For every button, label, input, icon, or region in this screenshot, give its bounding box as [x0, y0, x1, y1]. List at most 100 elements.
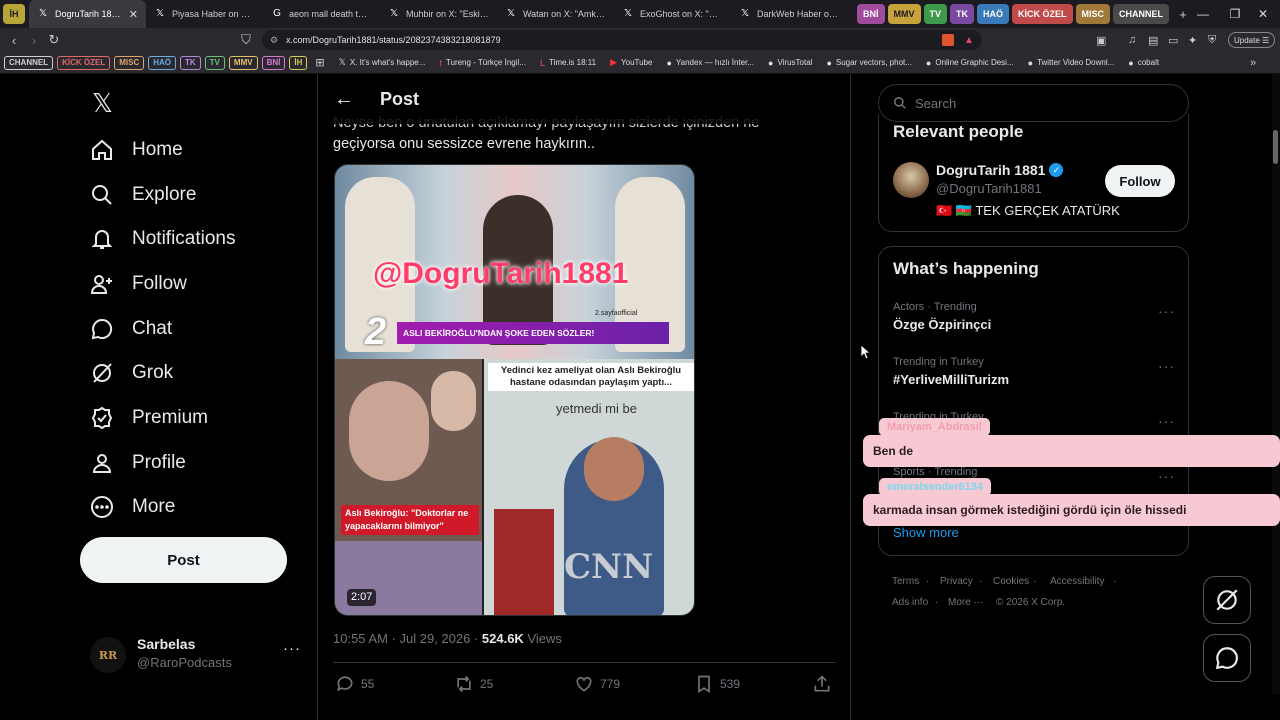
person-name-row[interactable]: DogruTarih 1881 ✓	[936, 162, 1064, 178]
more-icon[interactable]: ···	[1158, 468, 1175, 484]
forward-icon[interactable]: ›	[24, 33, 44, 48]
reply-button[interactable]: 55	[335, 674, 374, 694]
bookmark-link[interactable]: 𝕏 X. It's what's happe...	[339, 57, 426, 68]
browser-tab[interactable]: 𝕏 Watan on X: "Amk bu ü...	[497, 0, 614, 28]
back-arrow-icon[interactable]: ←	[334, 88, 354, 111]
nav-grok[interactable]: Grok	[90, 353, 173, 393]
wallet-icon[interactable]: ▭	[1168, 34, 1178, 47]
post-timestamp[interactable]: 10:55 AM · Jul 29, 2026	[333, 631, 470, 646]
pinned-group-ih[interactable]: İH	[3, 4, 25, 24]
browser-tab[interactable]: 𝕏 Muhbir on X: "Eski g...	[380, 0, 497, 28]
bookmark-link[interactable]: t Tureng - Türkçe İngil...	[439, 58, 526, 68]
avatar[interactable]	[893, 162, 929, 198]
bookmark-folder-channel[interactable]: CHANNEL	[4, 55, 54, 70]
post-media[interactable]: @DogruTarih1881 2.sayfaofficial 2 ASLI B…	[334, 164, 695, 616]
site-info-icon[interactable]: ⚙	[270, 35, 278, 46]
brave-shield-icon[interactable]	[942, 34, 954, 46]
bookmark-folder-kick-ozel[interactable]: KİCK ÖZEL	[57, 55, 111, 70]
nav-chat[interactable]: Chat	[90, 309, 172, 349]
back-icon[interactable]: ‹	[4, 33, 24, 48]
bookmark-link[interactable]: ● Sugar vectors, phot...	[826, 58, 911, 68]
search-input[interactable]: Search	[878, 84, 1189, 122]
bookmark-button[interactable]: 539	[694, 674, 740, 694]
apps-grid-icon[interactable]: ⊞	[315, 56, 324, 69]
extensions-icon[interactable]: ▣	[1096, 34, 1106, 47]
bookmark-folder-hao[interactable]: HAÖ	[148, 55, 176, 70]
nav-premium[interactable]: Premium	[90, 398, 208, 438]
separator: ·	[473, 631, 482, 646]
bookmark-folder-mmv[interactable]: MMV	[228, 55, 258, 70]
reload-icon[interactable]: ↻	[44, 32, 64, 48]
messages-fab[interactable]	[1203, 634, 1251, 682]
tab-group-kick-ozel[interactable]: KİCK ÖZEL	[1012, 4, 1073, 24]
footer-more[interactable]: More ···	[948, 597, 984, 608]
bookmark-link[interactable]: ● cobalt	[1128, 58, 1159, 68]
footer-cookies[interactable]: Cookies	[993, 576, 1029, 587]
browser-tab[interactable]: 𝕏 Piyasa Haber on X: "Jap...	[146, 0, 263, 28]
vpn-icon[interactable]: ⛨	[1208, 34, 1216, 47]
repost-button[interactable]: 25	[454, 674, 493, 694]
minimize-icon[interactable]: —	[1186, 0, 1220, 28]
browser-tab[interactable]: 𝕏 ExoGhost on X: "The m...	[614, 0, 731, 28]
tab-group-tv[interactable]: TV	[923, 4, 948, 24]
tab-group-tk[interactable]: TK	[950, 4, 975, 24]
bookmark-link[interactable]: ● Online Graphic Desi...	[926, 58, 1014, 68]
close-tab-icon[interactable]: ✕	[129, 8, 138, 21]
bookmark-link[interactable]: L Time.is 18:11	[540, 58, 596, 68]
nav-profile[interactable]: Profile	[90, 443, 186, 483]
nav-home[interactable]: Home	[90, 130, 183, 170]
trend-item[interactable]: Actors · Trending Özge Özpirinçci ···	[893, 301, 1183, 332]
close-window-icon[interactable]: ✕	[1246, 0, 1280, 28]
bookmark-folder-tv[interactable]: TV	[204, 55, 225, 70]
bookmark-folder-bni[interactable]: BNİ	[261, 55, 286, 70]
bookmark-page-icon[interactable]: ⛉	[236, 32, 256, 48]
bookmark-folder-tk[interactable]: TK	[180, 55, 201, 70]
update-button[interactable]: Update ☰	[1228, 32, 1276, 48]
footer-ads-info[interactable]: Ads info	[892, 597, 928, 608]
tab-group-mmv[interactable]: MMV	[887, 4, 921, 24]
tab-group-channel[interactable]: CHANNEL	[1113, 4, 1170, 24]
more-icon[interactable]: ···	[1158, 413, 1175, 429]
browser-tab[interactable]: Gaeon mall death toll - G	[263, 0, 380, 28]
more-icon[interactable]: ···	[1158, 303, 1175, 319]
like-button[interactable]: 779	[574, 674, 620, 694]
more-icon[interactable]: ···	[283, 640, 301, 657]
nav-notifications[interactable]: Notifications	[90, 219, 236, 259]
account-switcher[interactable]: RR Sarbelas @RaroPodcasts ···	[90, 630, 305, 680]
tab-group-misc[interactable]: MISC	[1075, 4, 1111, 24]
follow-button[interactable]: Follow	[1105, 165, 1175, 197]
bookmark-folder-misc[interactable]: MISC	[114, 55, 145, 70]
bookmark-link[interactable]: ▶ YouTube	[610, 57, 652, 68]
bookmark-folder-ih[interactable]: İH	[289, 55, 308, 70]
leo-icon[interactable]: ✦	[1188, 34, 1197, 47]
scrollbar-thumb[interactable]	[1273, 130, 1278, 164]
footer-terms[interactable]: Terms	[892, 576, 919, 587]
nav-explore[interactable]: Explore	[90, 175, 196, 215]
nav-more[interactable]: More	[90, 487, 175, 527]
grok-fab[interactable]	[1203, 576, 1251, 624]
more-icon[interactable]: ···	[1158, 358, 1175, 374]
share-button[interactable]	[812, 674, 832, 697]
tab-group-bni[interactable]: BNİ	[857, 4, 885, 24]
repost-icon	[457, 675, 471, 693]
page-scrollbar[interactable]	[1272, 74, 1280, 694]
rewards-icon[interactable]: ▲	[964, 35, 974, 46]
address-bar[interactable]: ⚙ x.com/DogruTarih1881/status/2082374383…	[262, 30, 982, 50]
nav-follow[interactable]: Follow	[90, 264, 187, 304]
grok-icon	[93, 363, 112, 383]
post-button[interactable]: Post	[80, 537, 287, 583]
bookmark-link[interactable]: ● Yandex — hızlı İnter...	[666, 58, 754, 68]
x-logo-icon[interactable]: 𝕏	[92, 88, 113, 119]
browser-tab[interactable]: 𝕏 DarkWeb Haber on X: "...	[731, 0, 848, 28]
more-bookmarks-icon[interactable]: »	[1250, 57, 1256, 69]
media-icon[interactable]: ♫	[1128, 34, 1136, 46]
browser-tab[interactable]: 𝕏 DogruTarih 1881 on X ✕	[29, 0, 146, 28]
bookmark-link[interactable]: ● VirusTotal	[768, 58, 812, 68]
tab-group-hao[interactable]: HAÖ	[977, 4, 1010, 24]
trend-item[interactable]: Trending in Turkey #YerliveMilliTurizm ·…	[893, 356, 1183, 387]
show-more-link[interactable]: Show more	[893, 525, 959, 540]
bookmark-link[interactable]: ● Twitter Video Downl...	[1028, 58, 1115, 68]
footer-privacy[interactable]: Privacy	[940, 576, 973, 587]
footer-accessibility[interactable]: Accessibility	[1050, 576, 1104, 587]
sidebar-icon[interactable]: ▤	[1148, 34, 1158, 47]
